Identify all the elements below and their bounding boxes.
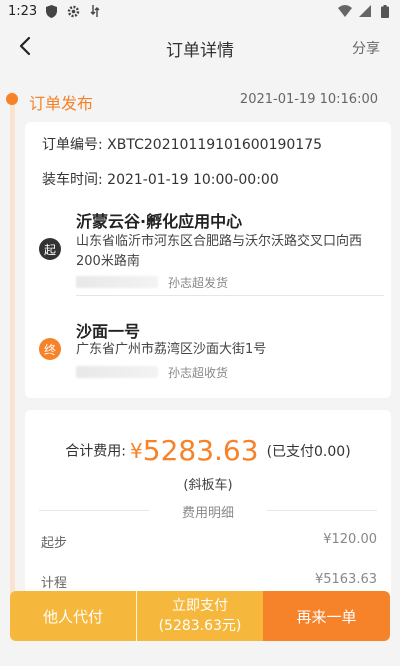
order-info-card: 订单编号: XBTC20210119101600190175 装车时间: 202…: [25, 122, 391, 398]
shield-icon: [44, 4, 58, 18]
destination-address: 广东省广州市荔湾区沙面大街1号: [76, 342, 267, 357]
payment-card: 合计费用: ¥5283.63 (已支付0.00) (斜板车) 费用明细 起步 ¥12…: [25, 410, 391, 600]
status-bar: 1:23: [0, 0, 400, 24]
other-pay-label: 他人代付: [42, 607, 103, 626]
top-nav-bar: 订单详情 分享: [0, 24, 400, 70]
gear-icon: [66, 4, 80, 18]
signal-icon: [358, 4, 372, 18]
fee-value: ¥5163.63: [314, 572, 377, 587]
fee-label: 计程: [41, 576, 68, 591]
loading-time-value: 2021-01-19 10:00-00:00: [107, 172, 279, 188]
data-transfer-icon: [88, 4, 102, 18]
origin-contact: 孙志超发货: [168, 276, 229, 290]
destination-badge: 终: [39, 338, 61, 360]
origin-address: 山东省临沂市河东区合肥路与沃尔沃路交叉口向西200米路南: [76, 234, 363, 269]
total-row: 合计费用: ¥5283.63 (已支付0.00): [25, 434, 391, 467]
loading-time-row: 装车时间: 2021-01-19 10:00-00:00: [42, 169, 279, 189]
total-amount: 5283.63: [142, 434, 259, 467]
currency-symbol: ¥: [130, 438, 143, 463]
pay-now-button[interactable]: 立即支付 (5283.63元): [136, 591, 263, 641]
order-number-label: 订单编号:: [42, 137, 103, 153]
fee-detail-title: 费用明细: [181, 506, 234, 521]
destination-phone-redacted: [76, 366, 158, 378]
fee-value: ¥120.00: [323, 532, 377, 547]
timeline-line: [10, 92, 15, 612]
fee-detail-header: 费用明细: [39, 500, 377, 521]
loading-time-label: 装车时间:: [42, 172, 103, 188]
fee-row: 起步 ¥120.00: [41, 532, 377, 551]
wifi-icon: [338, 4, 352, 18]
fee-label: 起步: [41, 536, 68, 551]
reorder-label: 再来一单: [296, 607, 357, 626]
bottom-action-bar: 他人代付 立即支付 (5283.63元) 再来一单: [10, 591, 390, 641]
destination-contact: 孙志超收货: [168, 366, 229, 380]
page-title: 订单详情: [166, 41, 234, 61]
timeline-dot: [6, 93, 18, 105]
paid-amount: (已支付0.00): [266, 443, 351, 460]
fee-detail-divider-right: [267, 510, 377, 511]
origin-phone-redacted: [76, 276, 158, 288]
order-number-row: 订单编号: XBTC20210119101600190175: [42, 134, 322, 154]
fee-row: 计程 ¥5163.63: [41, 572, 377, 591]
origin-name: 沂蒙云谷·孵化应用中心: [76, 212, 243, 231]
pay-now-label: 立即支付: [172, 598, 228, 614]
order-status-time: 2021-01-19 10:16:00: [239, 92, 378, 107]
other-pay-button[interactable]: 他人代付: [10, 591, 136, 641]
vehicle-type: (斜板车): [183, 478, 233, 493]
share-button[interactable]: 分享: [352, 38, 380, 58]
order-number-value: XBTC20210119101600190175: [107, 137, 323, 153]
battery-icon: [378, 4, 392, 18]
address-divider: [76, 295, 384, 296]
order-status-label: 订单发布: [29, 94, 94, 113]
total-label: 合计费用:: [65, 443, 127, 460]
destination-name: 沙面一号: [76, 322, 141, 341]
status-time: 1:23: [8, 4, 38, 19]
pay-now-amount: (5283.63元): [158, 618, 242, 634]
origin-badge: 起: [39, 238, 61, 260]
reorder-button[interactable]: 再来一单: [263, 591, 390, 641]
